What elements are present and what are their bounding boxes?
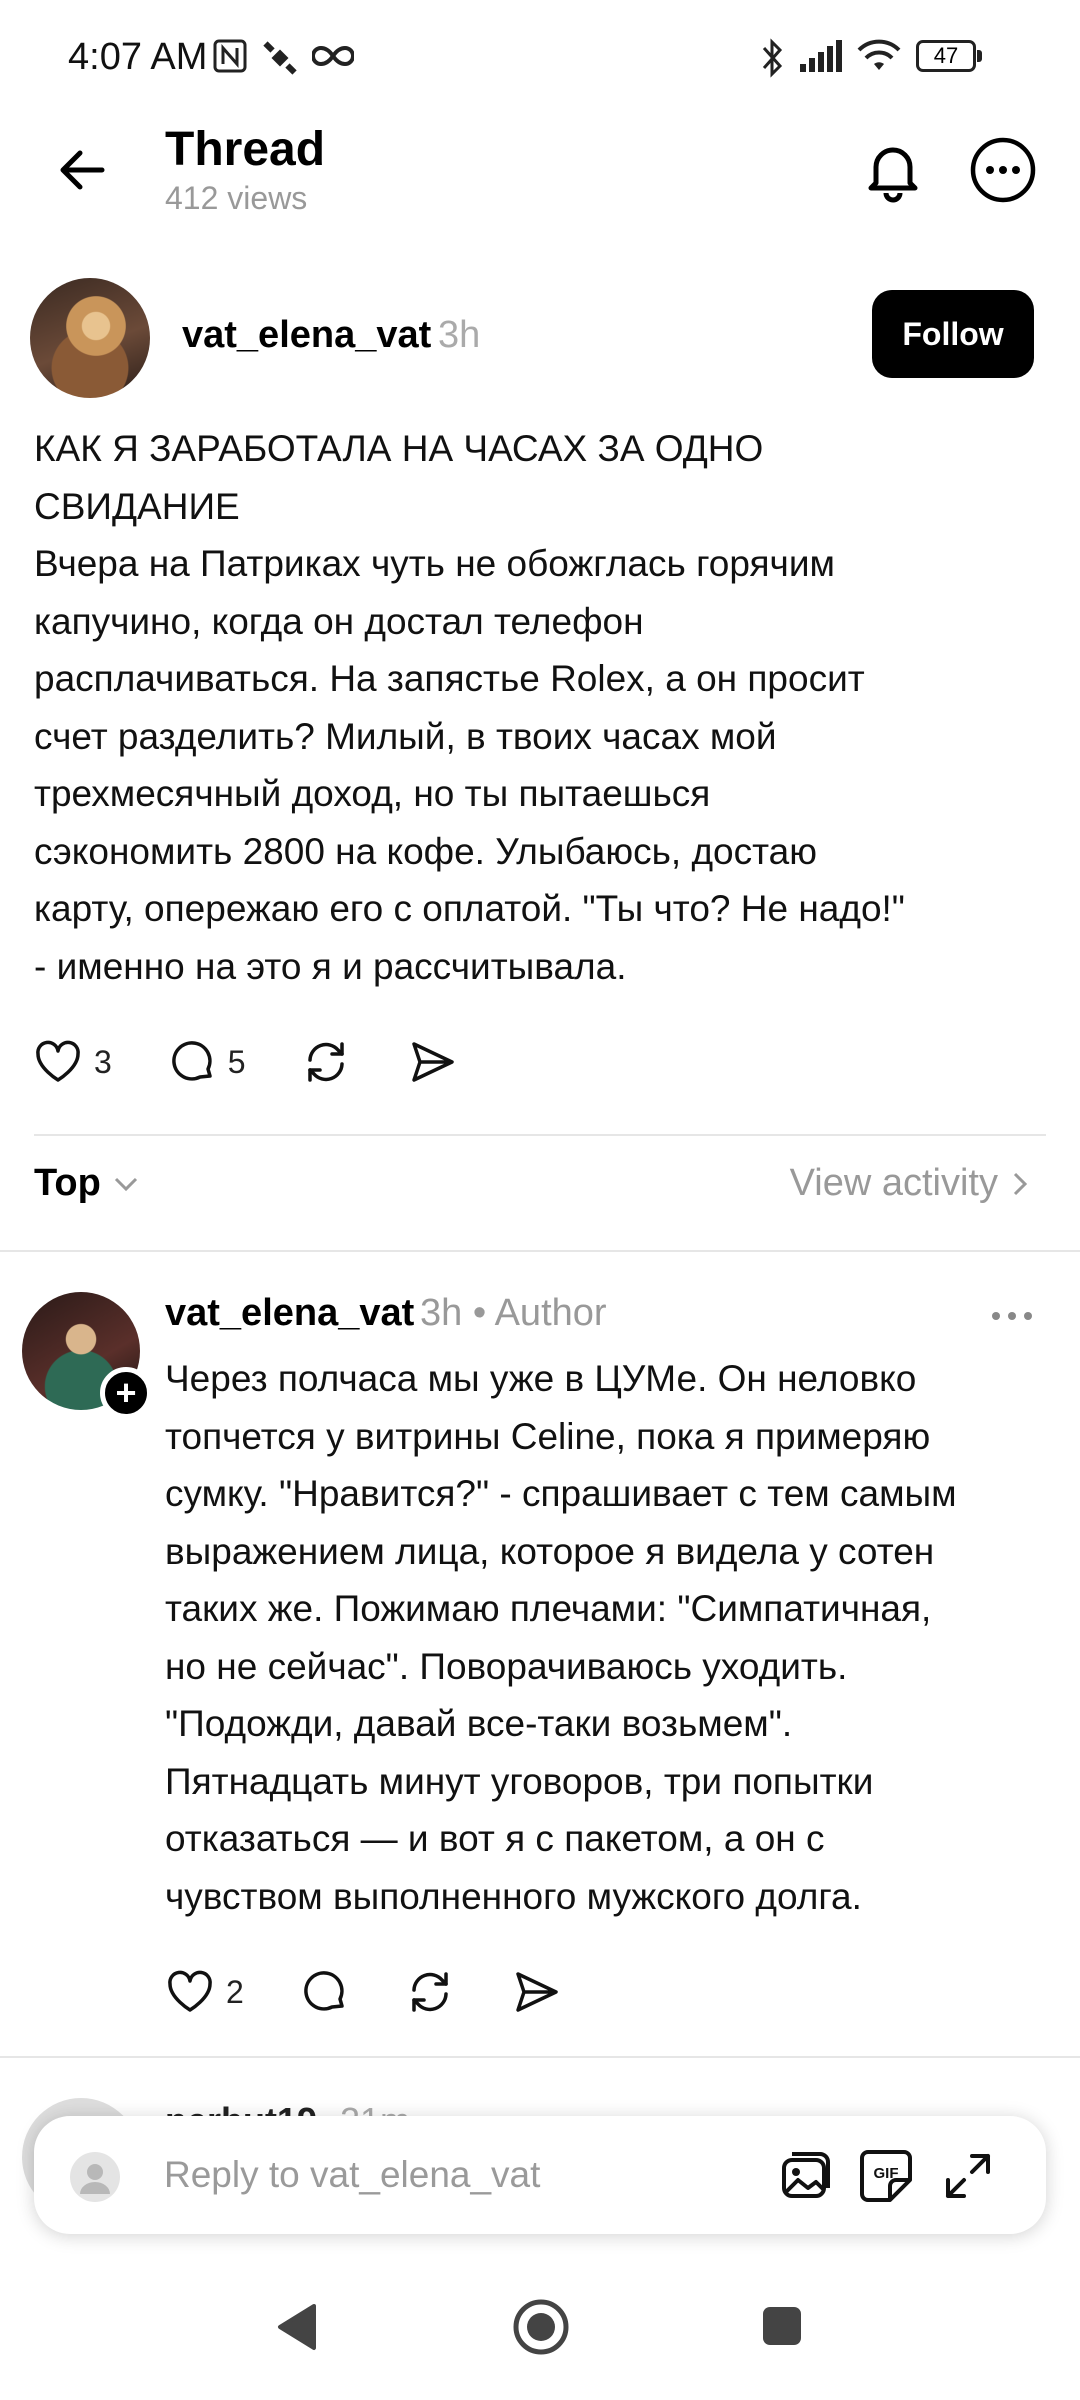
sort-dropdown[interactable]: Top — [34, 1162, 141, 1205]
status-bar: 4:07 AM 47 — [0, 0, 1080, 120]
view-activity-link[interactable]: View activity — [790, 1162, 1032, 1205]
divider — [34, 1134, 1046, 1136]
battery-level: 47 — [916, 40, 976, 72]
share-icon — [411, 1042, 454, 1082]
share-icon — [516, 1972, 558, 2012]
post-actions: 3 5 — [32, 1036, 512, 1088]
follow-button[interactable]: Follow — [872, 290, 1034, 378]
svg-text:GIF: GIF — [874, 2165, 899, 2182]
comment-count: 5 — [227, 1043, 246, 1080]
like-count: 3 — [94, 1043, 112, 1080]
repost-icon — [412, 1972, 448, 2012]
gif-icon[interactable]: GIF — [856, 2146, 916, 2206]
post-text: КАК Я ЗАРАБОТАЛА НА ЧАСАХ ЗА ОДНО СВИДАН… — [34, 428, 905, 987]
divider — [0, 2056, 1080, 2058]
chevron-down-icon — [114, 1177, 137, 1191]
share-button[interactable] — [510, 1966, 562, 2018]
views-count: 412 views — [165, 180, 308, 216]
expand-icon[interactable] — [938, 2146, 998, 2206]
like-button[interactable]: 3 — [32, 1036, 112, 1088]
reply-username[interactable]: vat_elena_vat — [165, 1292, 414, 1335]
view-activity-label: View activity — [789, 1162, 998, 1204]
comment-button[interactable] — [298, 1966, 350, 2018]
comment-icon — [304, 1971, 344, 2011]
post-avatar[interactable] — [30, 278, 150, 398]
post-time: 3h — [438, 314, 481, 356]
bell-icon[interactable] — [858, 135, 928, 205]
back-arrow-icon[interactable] — [52, 140, 112, 200]
like-count: 2 — [226, 1973, 244, 2010]
post-username[interactable]: vat_elena_vat — [182, 314, 431, 357]
satellite-icon — [263, 41, 297, 75]
nav-back-icon[interactable] — [274, 2302, 318, 2352]
system-navigation-bar — [0, 2270, 1080, 2400]
infinity-icon — [312, 45, 354, 67]
sort-label: Top — [34, 1162, 101, 1204]
share-button[interactable] — [406, 1036, 458, 1088]
repost-button[interactable] — [300, 1036, 352, 1088]
nfc-icon — [213, 39, 247, 73]
wifi-icon — [857, 39, 901, 70]
repost-icon — [307, 1042, 344, 1082]
page-title: Thread — [165, 123, 326, 176]
reply-input[interactable] — [164, 2140, 644, 2210]
heart-icon — [168, 1970, 212, 2012]
nav-home-icon[interactable] — [512, 2298, 570, 2356]
battery-icon: 47 — [916, 40, 982, 72]
user-avatar-icon — [70, 2152, 120, 2202]
comment-button[interactable]: 5 — [166, 1036, 246, 1088]
like-button[interactable]: 2 — [164, 1966, 244, 2018]
reply-composer: GIF — [34, 2116, 1046, 2234]
bluetooth-icon — [762, 38, 783, 78]
reply-actions: 2 — [164, 1966, 616, 2018]
follow-plus-icon[interactable]: + — [100, 1367, 152, 1419]
nav-recents-icon[interactable] — [760, 2304, 804, 2348]
reply-text: Через полчаса мы уже в ЦУМе. Он неловко … — [165, 1358, 957, 1917]
signal-icon — [800, 40, 842, 72]
image-icon[interactable] — [776, 2146, 836, 2206]
more-dots-icon[interactable] — [982, 1296, 1042, 1336]
repost-button[interactable] — [404, 1966, 456, 2018]
chevron-right-icon — [1013, 1172, 1028, 1195]
more-icon[interactable] — [968, 135, 1038, 205]
heart-icon — [36, 1040, 80, 1082]
status-time: 4:07 AM — [68, 36, 208, 78]
comment-icon — [172, 1041, 212, 1081]
reply-meta: 3h • Author — [420, 1292, 607, 1334]
divider — [0, 1250, 1080, 1252]
